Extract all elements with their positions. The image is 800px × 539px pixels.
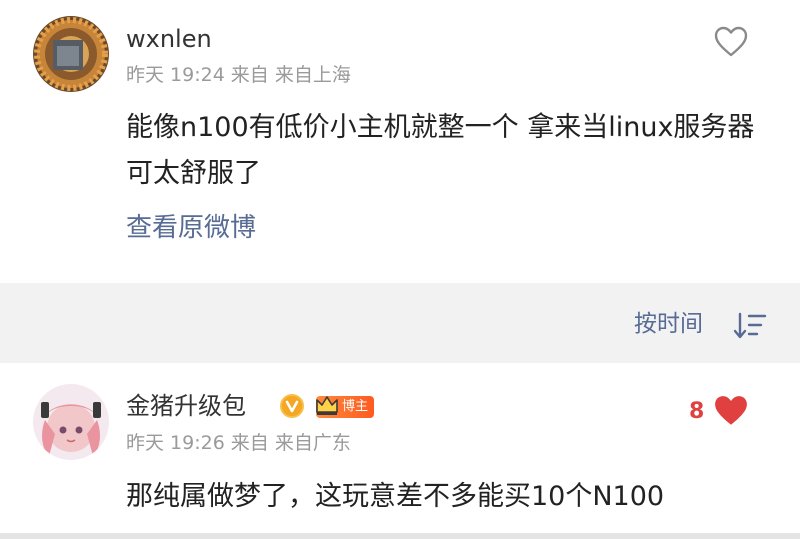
comment-meta: 昨天 19:26 来自 来自广东 xyxy=(126,434,357,453)
comment-username[interactable]: wxnlen xyxy=(126,27,212,51)
comment-location: 来自广东 xyxy=(274,432,351,454)
verified-icon xyxy=(280,394,304,418)
sort-icon xyxy=(733,312,767,339)
blogger-badge-label: 博主 xyxy=(342,399,369,414)
comment-location: 来自上海 xyxy=(274,64,351,86)
bottom-divider xyxy=(0,533,800,539)
crown-icon xyxy=(314,392,340,418)
avatar[interactable] xyxy=(33,16,109,92)
comment-time: 昨天 19:24 xyxy=(126,64,225,86)
avatar-image xyxy=(33,16,109,92)
comment-meta: 昨天 19:24 来自 来自上海 xyxy=(126,66,357,85)
comment-source: 来自 xyxy=(230,64,269,86)
comment-content: 能像n100有低价小主机就整一个 拿来当linux服务器可太舒服了 xyxy=(126,112,755,189)
like-button[interactable] xyxy=(713,394,749,428)
view-original-link[interactable]: 查看原微博 xyxy=(126,215,256,241)
like-button[interactable] xyxy=(714,26,748,58)
heart-outline-icon xyxy=(714,26,748,57)
comment-username[interactable]: 金猪升级包 xyxy=(126,394,246,418)
comment-content: 那纯属做梦了，这玩意差不多能买10个N100 xyxy=(126,481,665,512)
crown-icon-glyph xyxy=(316,396,338,415)
heart-filled-icon xyxy=(715,396,747,425)
avatar[interactable] xyxy=(33,384,109,460)
avatar-image xyxy=(33,384,109,460)
sort-order-toggle[interactable] xyxy=(732,311,768,341)
sort-by-time-button[interactable]: 按时间 xyxy=(634,313,703,336)
like-count: 8 xyxy=(689,399,705,424)
comment-time: 昨天 19:26 xyxy=(126,432,225,454)
comment-source: 来自 xyxy=(230,432,269,454)
verified-v-glyph xyxy=(285,400,299,413)
